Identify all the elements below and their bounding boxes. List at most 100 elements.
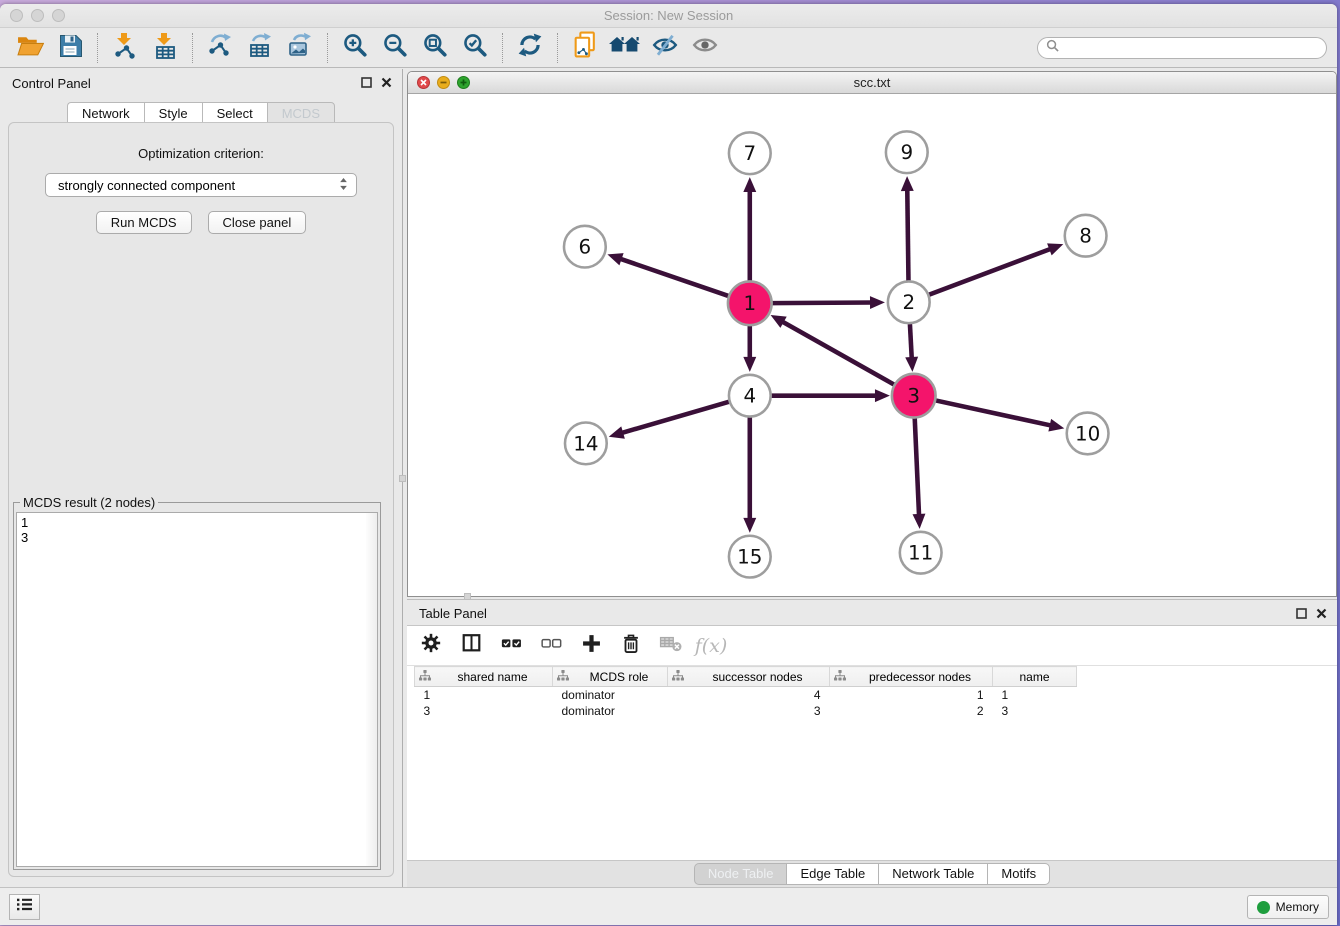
column-header-predecessor-nodes[interactable]: predecessor nodes <box>830 667 993 687</box>
column-header-successor-nodes[interactable]: successor nodes <box>668 667 830 687</box>
run-mcds-button[interactable]: Run MCDS <box>96 211 192 234</box>
import-table-file-button[interactable] <box>145 32 185 64</box>
toolbar-separator <box>502 33 503 63</box>
graph-node-label-2: 2 <box>902 291 915 314</box>
minimize-window-button[interactable] <box>31 9 44 22</box>
task-history-button[interactable] <box>9 894 40 920</box>
network-zoom-button[interactable] <box>457 76 470 94</box>
refresh-view-button[interactable] <box>510 32 550 64</box>
column-header-shared-name[interactable]: shared name <box>415 667 553 687</box>
table-cell[interactable]: dominator <box>553 703 668 719</box>
edge-arrowhead <box>743 518 756 533</box>
create-column-icon <box>580 632 603 660</box>
table-settings-button[interactable] <box>419 633 443 659</box>
column-header-MCDS-role[interactable]: MCDS role <box>553 667 668 687</box>
edge-3-11[interactable] <box>915 418 919 518</box>
edge-4-14[interactable] <box>619 402 729 434</box>
export-image-button[interactable] <box>280 32 320 64</box>
optimization-criterion-select[interactable]: strongly connected component <box>45 173 357 197</box>
delete-table-button <box>659 633 683 659</box>
clear-selection-button[interactable] <box>539 633 563 659</box>
export-network-button[interactable] <box>200 32 240 64</box>
hide-selected-button[interactable] <box>645 32 685 64</box>
graph-node-label-8: 8 <box>1079 225 1092 248</box>
table-panel-header: Table Panel <box>407 600 1337 625</box>
optimization-criterion-label: Optimization criterion: <box>9 146 393 161</box>
memory-status-icon <box>1257 901 1270 914</box>
tab-node-table[interactable]: Node Table <box>694 863 787 885</box>
app-window: Session: New Session Control Panel <box>0 4 1337 925</box>
open-cyndex-browser-button[interactable] <box>605 32 645 64</box>
toolbar-separator <box>557 33 558 63</box>
close-window-button[interactable] <box>10 9 23 22</box>
table-cell[interactable]: 1 <box>830 687 993 703</box>
mcds-tab-content: Optimization criterion: strongly connect… <box>8 122 394 877</box>
open-session-button[interactable] <box>10 32 50 64</box>
table-cell[interactable]: 3 <box>993 703 1077 719</box>
table-panel-body: f(x) shared nameMCDS rolesuccessor nodes… <box>407 625 1337 861</box>
tab-edge-table[interactable]: Edge Table <box>786 863 878 885</box>
network-minimize-button[interactable] <box>437 76 450 94</box>
network-graph-canvas[interactable]: 7968124314101511 <box>408 94 1336 597</box>
network-close-button[interactable] <box>417 76 430 94</box>
edge-1-6[interactable] <box>618 258 729 296</box>
chevron-updown-icon <box>337 176 350 195</box>
search-box[interactable] <box>1037 37 1327 59</box>
table-cell[interactable]: 2 <box>830 703 993 719</box>
table-cell[interactable]: 3 <box>415 703 553 719</box>
node-table: shared nameMCDS rolesuccessor nodesprede… <box>414 666 1077 719</box>
column-browser-button[interactable] <box>459 633 483 659</box>
graph-node-label-1: 1 <box>743 292 756 315</box>
close-table-panel-icon[interactable] <box>1316 606 1327 624</box>
open-cyndex-browser-icon <box>609 33 641 62</box>
table-cell[interactable]: 4 <box>668 687 830 703</box>
memory-button[interactable]: Memory <box>1247 895 1329 919</box>
function-builder-icon: f(x) <box>695 635 728 657</box>
edge-2-8[interactable] <box>929 248 1053 295</box>
graph-node-label-3: 3 <box>907 385 920 408</box>
delete-column-button[interactable] <box>619 633 643 659</box>
column-header-name[interactable]: name <box>993 667 1077 687</box>
edge-2-3[interactable] <box>910 324 912 361</box>
float-panel-icon[interactable] <box>361 75 372 93</box>
zoom-selected-region-button[interactable] <box>455 32 495 64</box>
memory-label: Memory <box>1276 900 1319 914</box>
float-table-panel-icon[interactable] <box>1296 606 1307 624</box>
table-row[interactable]: 3dominator323 <box>415 703 1077 719</box>
search-input[interactable] <box>1064 41 1318 55</box>
table-cell[interactable]: 1 <box>415 687 553 703</box>
tab-motifs[interactable]: Motifs <box>987 863 1050 885</box>
zoom-out-button[interactable] <box>375 32 415 64</box>
status-bar: Memory <box>0 887 1337 925</box>
vertical-splitter-handle[interactable] <box>399 475 406 482</box>
clone-network-button[interactable] <box>565 32 605 64</box>
edge-3-10[interactable] <box>935 400 1054 426</box>
edge-1-2[interactable] <box>772 302 874 303</box>
close-panel-button[interactable]: Close panel <box>208 211 307 234</box>
zoom-fit-content-button[interactable] <box>415 32 455 64</box>
show-all-button[interactable] <box>685 32 725 64</box>
control-panel: Control Panel NetworkStyleSelectMCDS Opt… <box>0 69 403 887</box>
right-stack: scc.txt 7968124314101511 Table Panel <box>404 69 1337 887</box>
zoom-window-button[interactable] <box>52 9 65 22</box>
edge-2-9[interactable] <box>907 187 908 280</box>
table-cell[interactable]: 1 <box>993 687 1077 703</box>
mcds-result-list[interactable]: 1 3 <box>16 512 378 867</box>
column-type-icon <box>834 670 846 684</box>
create-column-button[interactable] <box>579 633 603 659</box>
delete-column-icon <box>620 632 642 660</box>
tab-network-table[interactable]: Network Table <box>878 863 987 885</box>
edge-3-1[interactable] <box>780 320 895 385</box>
close-panel-icon[interactable] <box>381 75 392 93</box>
horizontal-splitter-handle[interactable] <box>464 593 471 600</box>
export-table-button[interactable] <box>240 32 280 64</box>
import-network-file-button[interactable] <box>105 32 145 64</box>
delete-table-icon <box>659 633 683 658</box>
table-cell[interactable]: dominator <box>553 687 668 703</box>
zoom-in-button[interactable] <box>335 32 375 64</box>
table-row[interactable]: 1dominator411 <box>415 687 1077 703</box>
select-all-button[interactable] <box>499 633 523 659</box>
save-session-button[interactable] <box>50 32 90 64</box>
table-cell[interactable]: 3 <box>668 703 830 719</box>
edge-arrowhead <box>743 357 756 372</box>
